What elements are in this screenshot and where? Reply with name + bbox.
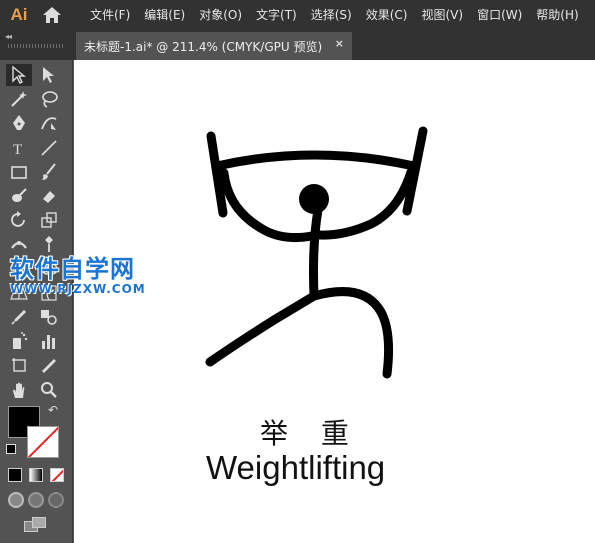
close-tab-button[interactable]: × <box>335 37 344 50</box>
menu-item[interactable]: 文件(F) <box>84 0 138 30</box>
menu-item[interactable]: 效果(C) <box>360 0 416 30</box>
default-colors-icon[interactable] <box>6 444 16 454</box>
watermark: 软件自学网 WWW.RJZXW.COM <box>10 249 146 296</box>
blend-tool-icon[interactable] <box>36 306 62 328</box>
column-graph-tool-icon[interactable] <box>36 330 62 352</box>
paintbrush-tool-icon[interactable] <box>36 161 62 183</box>
menu-item[interactable]: 窗口(W) <box>471 0 530 30</box>
lasso-tool-icon[interactable] <box>36 88 62 110</box>
collapse-panel-icon[interactable]: ◂◂ <box>5 32 12 41</box>
line-segment-tool-icon[interactable] <box>36 137 62 159</box>
stroke-color-swatch[interactable] <box>27 426 59 458</box>
draw-inside-icon[interactable] <box>48 492 64 508</box>
screen-mode-icon[interactable] <box>24 517 48 533</box>
panel-grip[interactable] <box>8 44 64 48</box>
draw-normal-icon[interactable] <box>8 492 24 508</box>
document-tab[interactable]: 未标题-1.ai* @ 211.4% (CMYK/GPU 预览) × <box>76 32 352 60</box>
tab-bar: ◂◂ 未标题-1.ai* @ 211.4% (CMYK/GPU 预览) × <box>0 30 595 60</box>
pen-tool-icon[interactable] <box>6 112 32 134</box>
direct-selection-tool-icon[interactable] <box>36 64 62 86</box>
rectangle-tool-icon[interactable] <box>6 161 32 183</box>
artboard-tool-icon[interactable] <box>6 354 32 376</box>
eyedropper-tool-icon[interactable] <box>6 306 32 328</box>
draw-behind-icon[interactable] <box>28 492 44 508</box>
selection-tool-icon[interactable] <box>6 64 32 86</box>
menu-item[interactable]: 编辑(E) <box>138 0 193 30</box>
color-mode-button[interactable] <box>8 468 22 482</box>
rotate-tool-icon[interactable] <box>6 209 32 231</box>
swap-colors-icon[interactable]: ↶ <box>48 403 58 417</box>
slice-tool-icon[interactable] <box>36 354 62 376</box>
watermark-url: WWW.RJZXW.COM <box>10 282 146 296</box>
tools-panel: T ↶ <box>0 60 73 543</box>
scale-tool-icon[interactable] <box>36 209 62 231</box>
magic-wand-tool-icon[interactable] <box>6 88 32 110</box>
type-tool-icon[interactable]: T <box>6 137 32 159</box>
svg-text:T: T <box>13 142 22 158</box>
menu-bar: Ai 文件(F) 编辑(E) 对象(O) 文字(T) 选择(S) 效果(C) 视图(V) 窗口… <box>0 0 595 30</box>
eraser-tool-icon[interactable] <box>36 185 62 207</box>
artboard-canvas[interactable]: 举 重 Weightlifting <box>74 60 595 543</box>
curvature-tool-icon[interactable] <box>36 112 62 134</box>
gradient-mode-button[interactable] <box>29 468 43 482</box>
none-mode-button[interactable] <box>50 468 64 482</box>
menu-item[interactable]: 视图(V) <box>415 0 471 30</box>
watermark-title: 软件自学网 <box>10 255 135 283</box>
caption-chinese: 举 重 <box>260 417 361 450</box>
symbol-sprayer-tool-icon[interactable] <box>6 330 32 352</box>
menu-item[interactable]: 帮助(H) <box>530 0 586 30</box>
hand-tool-icon[interactable] <box>6 379 32 401</box>
menu-item[interactable]: 文字(T) <box>250 0 305 30</box>
home-icon[interactable] <box>38 0 66 30</box>
menu-item[interactable]: 选择(S) <box>305 0 360 30</box>
blob-brush-tool-icon[interactable] <box>6 185 32 207</box>
zoom-tool-icon[interactable] <box>36 379 62 401</box>
caption-english: Weightlifting <box>206 449 386 486</box>
app-logo: Ai <box>10 5 28 24</box>
menu-item[interactable]: 对象(O) <box>193 0 250 30</box>
document-tab-title: 未标题-1.ai* @ 211.4% (CMYK/GPU 预览) <box>84 39 323 54</box>
